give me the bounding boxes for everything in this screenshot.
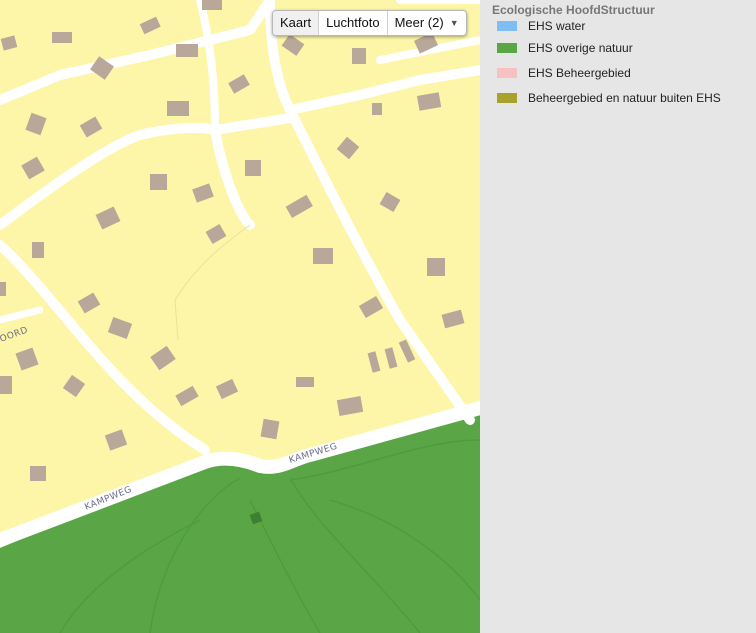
legend-item-ehs-overige-natuur: EHS overige natuur [497, 41, 633, 55]
legend-item-beheergebied-buiten-ehs: Beheergebied en natuur buiten EHS [497, 91, 721, 105]
legend-item-label: EHS overige natuur [528, 41, 633, 55]
map-type-more-button[interactable]: Meer (2) ▼ [388, 11, 466, 35]
map-canvas[interactable]: KAMPWEG KAMPWEG OORD Kaart Luchtfoto Mee… [0, 0, 480, 633]
legend-swatch [497, 93, 517, 103]
legend-item-label: EHS Beheergebied [528, 66, 631, 80]
legend-item-ehs-water: EHS water [497, 19, 585, 33]
legend-swatch [497, 21, 517, 31]
legend-item-label: Beheergebied en natuur buiten EHS [528, 91, 721, 105]
legend-swatch [497, 68, 517, 78]
chevron-down-icon: ▼ [449, 18, 459, 28]
map-layer[interactable]: KAMPWEG KAMPWEG OORD [0, 0, 480, 633]
map-type-luchtfoto-button[interactable]: Luchtfoto [319, 11, 388, 35]
legend-panel: Ecologische HoofdStructuur EHS water EHS… [480, 0, 756, 633]
map-type-kaart-button[interactable]: Kaart [273, 11, 320, 35]
map-type-more-label: Meer (2) [394, 15, 444, 30]
legend-swatch [497, 43, 517, 53]
legend-item-ehs-beheergebied: EHS Beheergebied [497, 66, 631, 80]
map-type-control: Kaart Luchtfoto Meer (2) ▼ [272, 10, 467, 36]
legend-title: Ecologische HoofdStructuur [492, 3, 655, 17]
road-label-oord: OORD [0, 325, 30, 344]
legend-item-label: EHS water [528, 19, 586, 33]
